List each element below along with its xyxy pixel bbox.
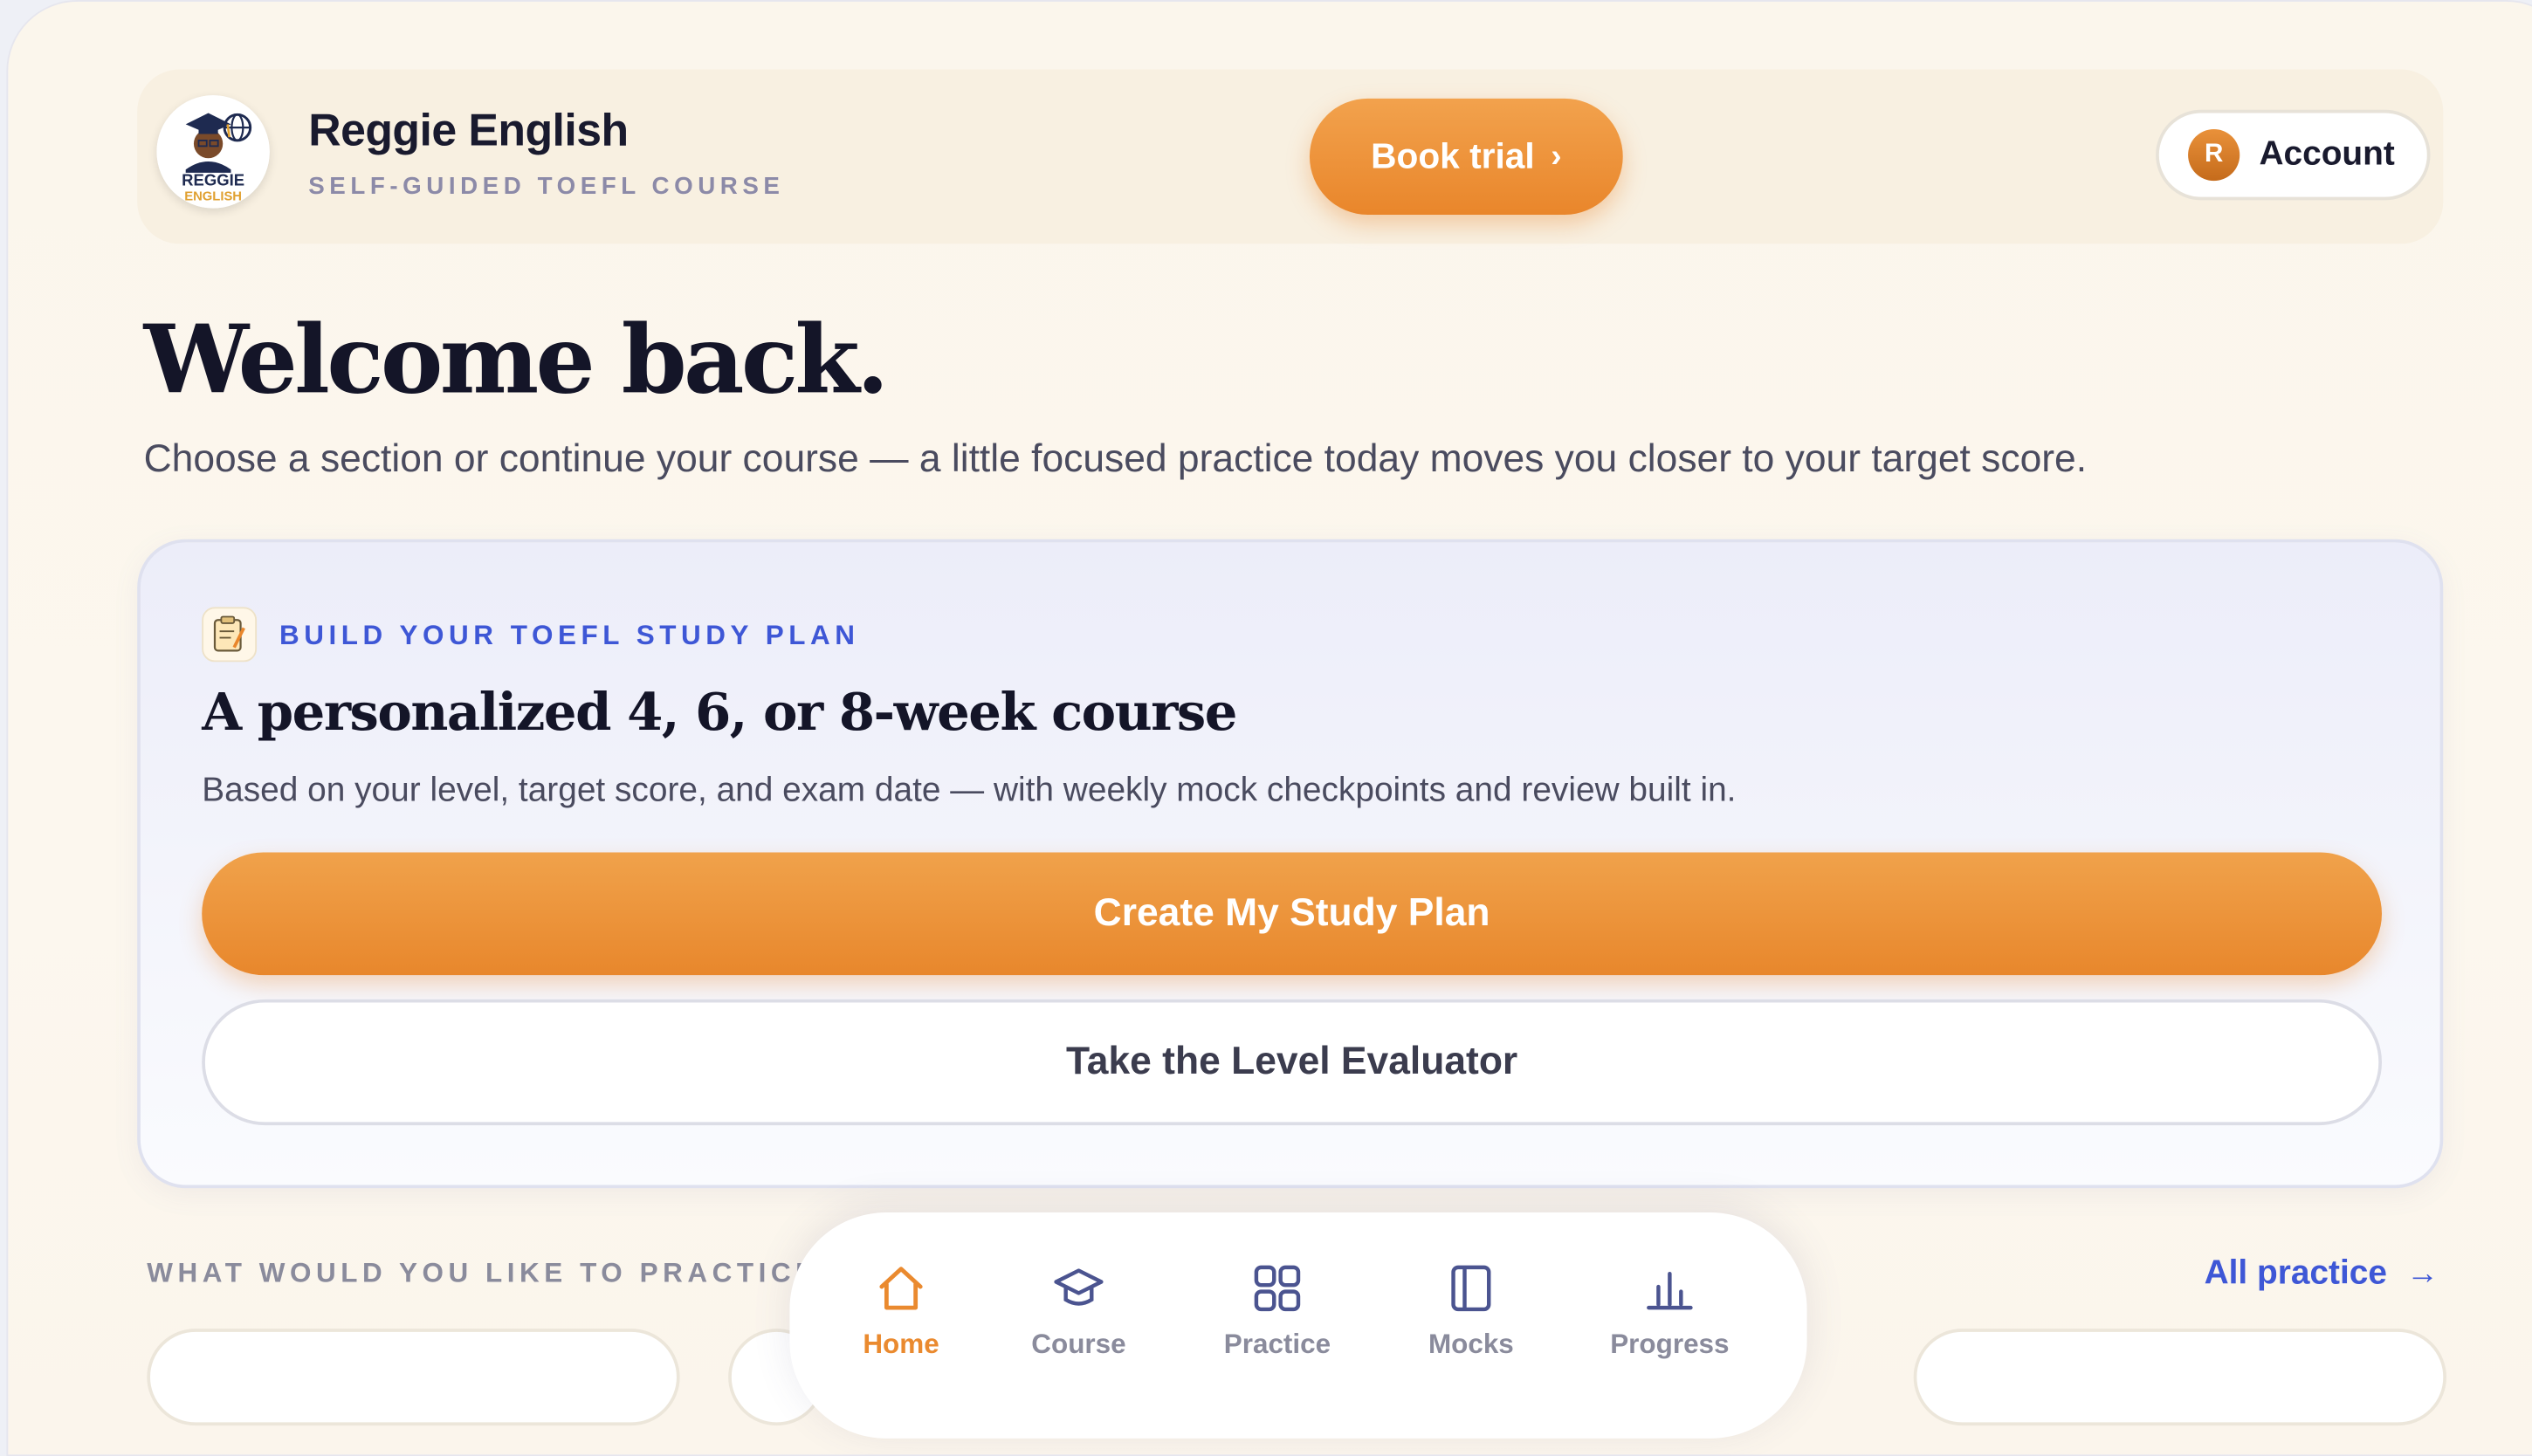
nav-item-practice[interactable]: Practice [1188,1260,1366,1361]
book-trial-button[interactable]: Book trial › [1309,98,1623,215]
nav-item-home[interactable]: Home [812,1260,989,1361]
plan-subtitle: Based on your level, target score, and e… [202,772,1737,809]
page-title: Welcome back. [143,305,890,416]
brand-tagline: SELF-GUIDED TOEFL COURSE [308,172,785,201]
nav-label: Course [1031,1329,1126,1360]
plan-title: A personalized 4, 6, or 8-week course [202,681,1237,743]
nav-label: Home [863,1329,939,1360]
nav-item-course[interactable]: Course [990,1260,1167,1361]
study-plan-card: BUILD YOUR TOEFL STUDY PLAN A personaliz… [137,539,2444,1189]
top-header: REGGIE ENGLISH Reggie English SELF-GUIDE… [137,69,2444,244]
nav-item-progress[interactable]: Progress [1581,1260,1758,1361]
book-trial-label: Book trial [1371,135,1535,176]
all-practice-link[interactable]: All practice → [2205,1254,2439,1293]
nav-label: Practice [1223,1329,1331,1360]
stage: REGGIE ENGLISH Reggie English SELF-GUIDE… [0,0,2532,1456]
home-icon [879,1267,923,1310]
create-study-plan-button[interactable]: Create My Study Plan [202,852,2383,976]
svg-text:ENGLISH: ENGLISH [184,189,242,203]
nav-label: Mocks [1428,1329,1514,1360]
logo-mascot-icon: REGGIE ENGLISH [156,95,270,209]
book-icon [1451,1265,1491,1312]
grid-icon [1254,1265,1301,1312]
graduation-cap-icon [1054,1268,1104,1306]
account-button[interactable]: R Account [2156,109,2431,201]
bottom-nav: Home Course Practice Mocks Progress [789,1212,1807,1439]
nav-item-mocks[interactable]: Mocks [1382,1260,1559,1361]
brand-name: Reggie English [308,105,629,155]
plan-kicker: BUILD YOUR TOEFL STUDY PLAN [279,620,860,651]
practice-card[interactable] [1913,1329,2446,1426]
brand-logo[interactable]: REGGIE ENGLISH [156,95,270,209]
bar-chart-icon [1647,1272,1693,1310]
all-practice-label: All practice [2204,1254,2387,1292]
account-label: Account [2259,135,2395,173]
app-window: REGGIE ENGLISH Reggie English SELF-GUIDE… [6,0,2532,1456]
practice-card[interactable] [147,1329,680,1426]
arrow-right-icon: → [2406,1254,2439,1291]
svg-text:REGGIE: REGGIE [182,171,244,189]
level-evaluator-button[interactable]: Take the Level Evaluator [202,999,2383,1126]
page-subtitle: Choose a section or continue your course… [143,437,2088,482]
clipboard-icon [202,607,258,663]
nav-label: Progress [1610,1329,1730,1360]
chevron-right-icon: › [1551,138,1562,174]
practice-section-heading: WHAT WOULD YOU LIKE TO PRACTICE? [147,1257,841,1288]
avatar: R [2188,128,2240,182]
